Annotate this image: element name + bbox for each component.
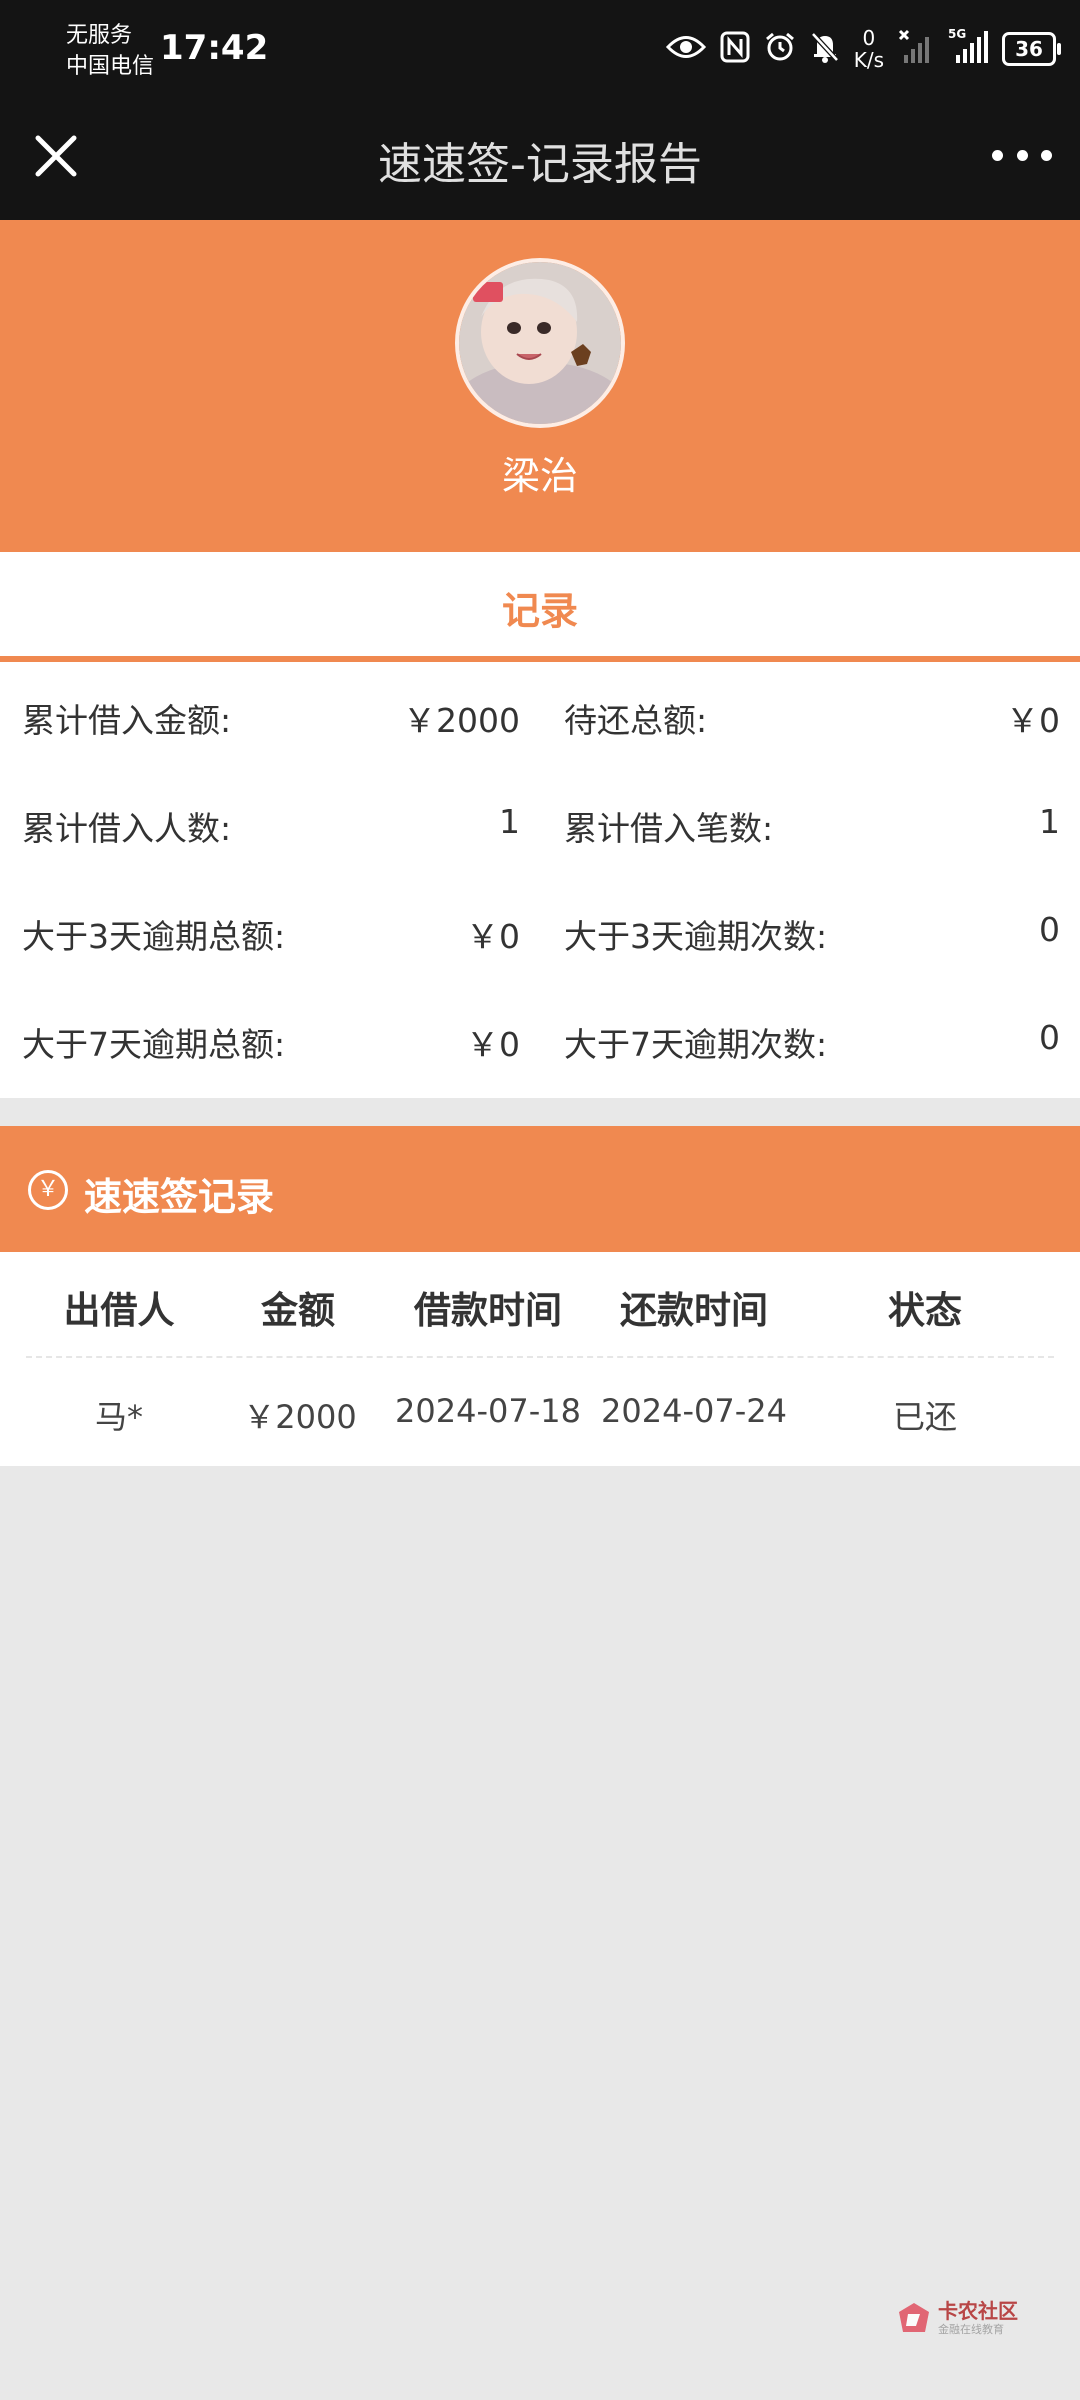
bell-off-icon bbox=[810, 31, 840, 67]
stat-value: 1 bbox=[1039, 802, 1060, 841]
stat-item: 大于3天逾期总额: ￥0 bbox=[22, 910, 520, 970]
records-table: 出借人 金额 借款时间 还款时间 状态 马* ￥2000 2024-07-18 … bbox=[0, 1252, 1080, 1466]
stat-label: 大于3天逾期总额: bbox=[22, 917, 286, 956]
stat-value: ￥0 bbox=[1006, 701, 1060, 740]
status-icons: 0 K/s 5G 36 bbox=[665, 24, 1061, 74]
baby-photo bbox=[459, 262, 621, 424]
more-options-button[interactable] bbox=[992, 140, 1052, 170]
carrier-name: 中国电信 bbox=[66, 54, 155, 79]
carrier-info: 无服务 中国电信 bbox=[66, 20, 154, 82]
alarm-icon bbox=[764, 31, 796, 67]
stat-label: 累计借入金额: bbox=[22, 701, 232, 740]
signal-5g-label: 5G bbox=[948, 27, 967, 41]
column-header-amount: 金额 bbox=[261, 1289, 335, 1332]
title-bar: 速速签-记录报告 bbox=[0, 100, 1080, 220]
stat-item: 大于3天逾期次数: 0 bbox=[564, 910, 1060, 970]
tab-records-label: 记录 bbox=[501, 589, 578, 633]
cell-status: 已还 bbox=[892, 1398, 958, 1436]
stat-item: 待还总额: ￥0 bbox=[564, 694, 1060, 754]
cell-amount: ￥2000 bbox=[243, 1398, 357, 1436]
record-tab[interactable]: 记录 bbox=[0, 552, 1080, 662]
kanong-logo-icon bbox=[899, 2303, 929, 2332]
stat-value: ￥2000 bbox=[403, 701, 520, 740]
stat-value: 0 bbox=[1039, 1018, 1060, 1057]
stats-panel: 累计借入金额: ￥2000 待还总额: ￥0 累计借入人数: 1 累计借入笔数:… bbox=[0, 662, 1080, 1098]
stat-label: 大于7天逾期次数: bbox=[564, 1025, 828, 1064]
net-speed-unit: K/s bbox=[853, 48, 884, 72]
stat-item: 累计借入人数: 1 bbox=[22, 802, 520, 862]
stat-item: 大于7天逾期次数: 0 bbox=[564, 1018, 1060, 1078]
stat-label: 累计借入笔数: bbox=[564, 809, 774, 848]
net-speed: 0 K/s bbox=[854, 27, 884, 71]
carrier-service: 无服务 bbox=[66, 23, 133, 48]
profile-header: 梁治 bbox=[0, 220, 1080, 552]
page-title: 速速签-记录报告 bbox=[378, 139, 702, 190]
stat-label: 大于7天逾期总额: bbox=[22, 1025, 286, 1064]
table-divider bbox=[26, 1356, 1054, 1358]
more-dot-icon bbox=[992, 149, 1003, 161]
column-header-status: 状态 bbox=[888, 1289, 962, 1332]
more-dot-icon bbox=[1041, 149, 1052, 161]
yen-coin-icon: ￥ bbox=[28, 1170, 68, 1210]
stat-label: 大于3天逾期次数: bbox=[564, 917, 828, 956]
column-header-borrow-date: 借款时间 bbox=[414, 1289, 562, 1332]
net-speed-value: 0 bbox=[862, 26, 876, 50]
cell-borrow-date: 2024-07-18 bbox=[395, 1392, 581, 1430]
battery-icon: 36 bbox=[1002, 32, 1061, 66]
cell-lender: 马* bbox=[94, 1398, 144, 1436]
more-dot-icon bbox=[1016, 149, 1028, 161]
clock: 17:42 bbox=[160, 28, 269, 68]
nfc-icon bbox=[720, 31, 750, 67]
watermark-text: 卡农社区 bbox=[938, 2299, 1018, 2323]
stat-label: 待还总额: bbox=[564, 701, 708, 740]
records-title: 速速签记录 bbox=[84, 1175, 275, 1219]
avatar bbox=[455, 258, 625, 428]
stat-item: 累计借入笔数: 1 bbox=[564, 802, 1060, 862]
stat-value: ￥0 bbox=[466, 1025, 520, 1064]
signal-5g-icon: 5G bbox=[948, 27, 988, 69]
signal-no-service-icon bbox=[898, 29, 934, 69]
watermark-subtext: 金融在线教育 bbox=[938, 2323, 1004, 2336]
eye-icon bbox=[665, 34, 706, 64]
cell-repay-date: 2024-07-24 bbox=[601, 1392, 787, 1430]
stat-label: 累计借入人数: bbox=[22, 809, 232, 848]
stat-item: 累计借入金额: ￥2000 bbox=[22, 694, 520, 754]
watermark: 卡农社区 金融在线教育 bbox=[896, 2300, 1018, 2336]
column-header-repay-date: 还款时间 bbox=[620, 1289, 768, 1332]
username: 梁治 bbox=[501, 454, 578, 498]
stat-value: ￥0 bbox=[466, 917, 520, 956]
stat-value: 0 bbox=[1039, 910, 1060, 949]
stat-value: 1 bbox=[499, 802, 520, 841]
stat-item: 大于7天逾期总额: ￥0 bbox=[22, 1018, 520, 1078]
column-header-lender: 出借人 bbox=[63, 1289, 175, 1332]
records-section-header: ￥ 速速签记录 bbox=[0, 1126, 1080, 1252]
status-bar: 无服务 中国电信 17:42 0 K/s 5G 36 bbox=[0, 0, 1080, 100]
